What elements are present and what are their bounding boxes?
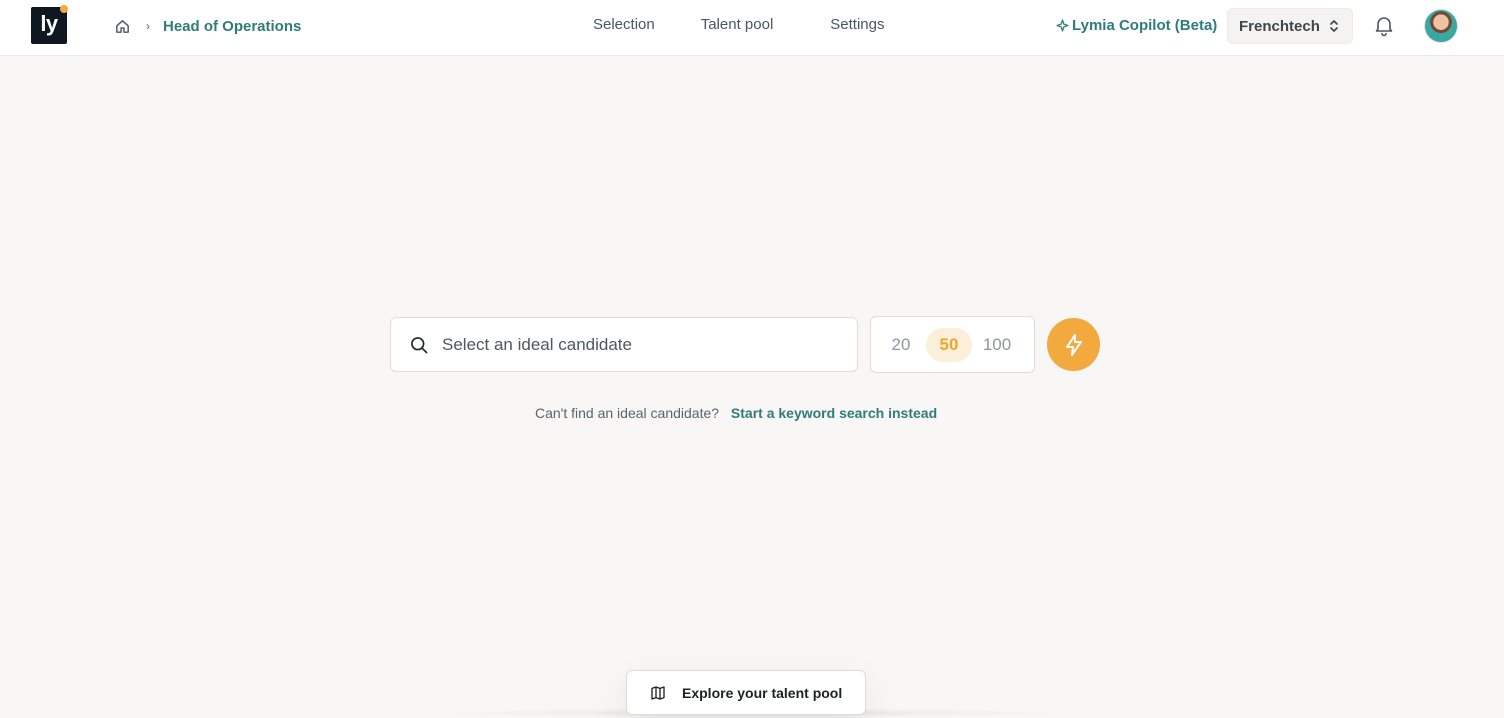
bolt-icon [1065,333,1082,356]
search-icon [411,336,428,353]
nav-talent-pool[interactable]: Talent pool [701,16,774,33]
logo-text: ly [40,11,58,36]
top-bar: ly › Head of Operations Selection Talent… [0,0,1504,56]
count-option-50-selected[interactable]: 50 [926,328,972,362]
home-icon[interactable] [114,18,131,35]
explore-talent-pool-button[interactable]: Explore your talent pool [626,670,866,715]
explore-label: Explore your talent pool [682,684,843,701]
run-search-button[interactable] [1047,318,1100,371]
nav-selection[interactable]: Selection [593,16,655,33]
logo-dot [60,5,68,13]
main-nav: Selection Talent pool Settings [593,16,930,33]
count-option-20[interactable]: 20 [885,328,917,362]
user-avatar[interactable] [1424,9,1458,43]
map-icon [651,685,665,700]
app-logo[interactable]: ly [31,5,68,44]
copilot-label: Lymia Copilot (Beta) [1072,17,1218,34]
chevron-up-down-icon [1330,20,1338,32]
hint-text: Can't find an ideal candidate? [535,405,720,421]
candidate-search-box[interactable] [390,317,858,372]
candidate-search-input[interactable] [442,334,822,355]
result-count-selector: 20 50 100 [870,316,1035,373]
breadcrumb-current[interactable]: Head of Operations [163,18,301,35]
sparkle-icon [1056,19,1069,32]
bell-icon[interactable] [1372,13,1396,37]
keyword-search-link[interactable]: Start a keyword search instead [731,405,937,421]
breadcrumb-separator: › [146,19,150,33]
count-option-100[interactable]: 100 [979,328,1015,362]
nav-settings[interactable]: Settings [830,16,884,33]
copilot-button[interactable]: Lymia Copilot (Beta) [1056,17,1217,34]
breadcrumb: › Head of Operations [114,16,301,36]
workspace-name: Frenchtech [1239,17,1320,35]
workspace-switcher[interactable]: Frenchtech [1227,8,1353,44]
keyword-search-hint: Can't find an ideal candidate? Start a k… [535,405,937,421]
